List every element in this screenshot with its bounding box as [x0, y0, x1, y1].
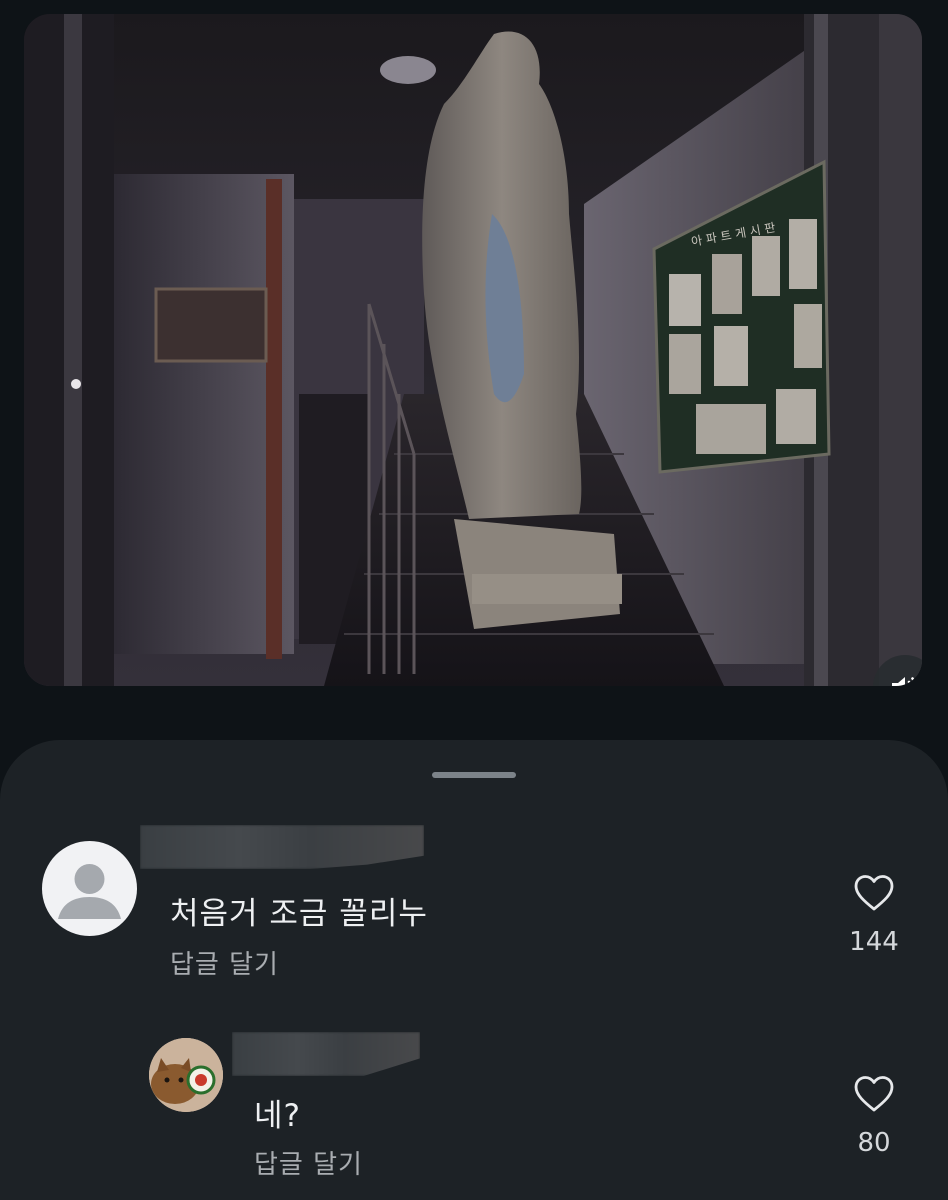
redacted-username: [140, 825, 424, 869]
comment-text: 네?: [254, 1098, 301, 1134]
stairwell-photo: 아 파 트 게 시 판: [24, 14, 922, 686]
reply-button[interactable]: 답글 달기: [254, 1144, 363, 1181]
volume-icon: [892, 677, 917, 686]
heart-outline-icon[interactable]: [853, 1075, 895, 1113]
like-count: 144: [849, 927, 899, 957]
cat-photo-avatar-icon[interactable]: [149, 1038, 223, 1112]
post-video[interactable]: 아 파 트 게 시 판: [24, 14, 922, 686]
reply-button[interactable]: 답글 달기: [170, 944, 279, 981]
default-user-avatar-icon[interactable]: [42, 841, 137, 936]
like-count: 80: [857, 1128, 891, 1158]
comment-text: 처음거 조금 꼴리누: [170, 896, 428, 932]
heart-outline-icon[interactable]: [853, 874, 895, 912]
post-view: 아 파 트 게 시 판 처음거 조금 꼴리누 답글 달기 144 네? 답글 달…: [0, 0, 948, 1200]
sheet-drag-handle[interactable]: [432, 772, 516, 778]
comments-sheet: 처음거 조금 꼴리누 답글 달기 144 네? 답글 달기 80: [0, 740, 948, 1200]
redacted-username: [232, 1032, 420, 1076]
